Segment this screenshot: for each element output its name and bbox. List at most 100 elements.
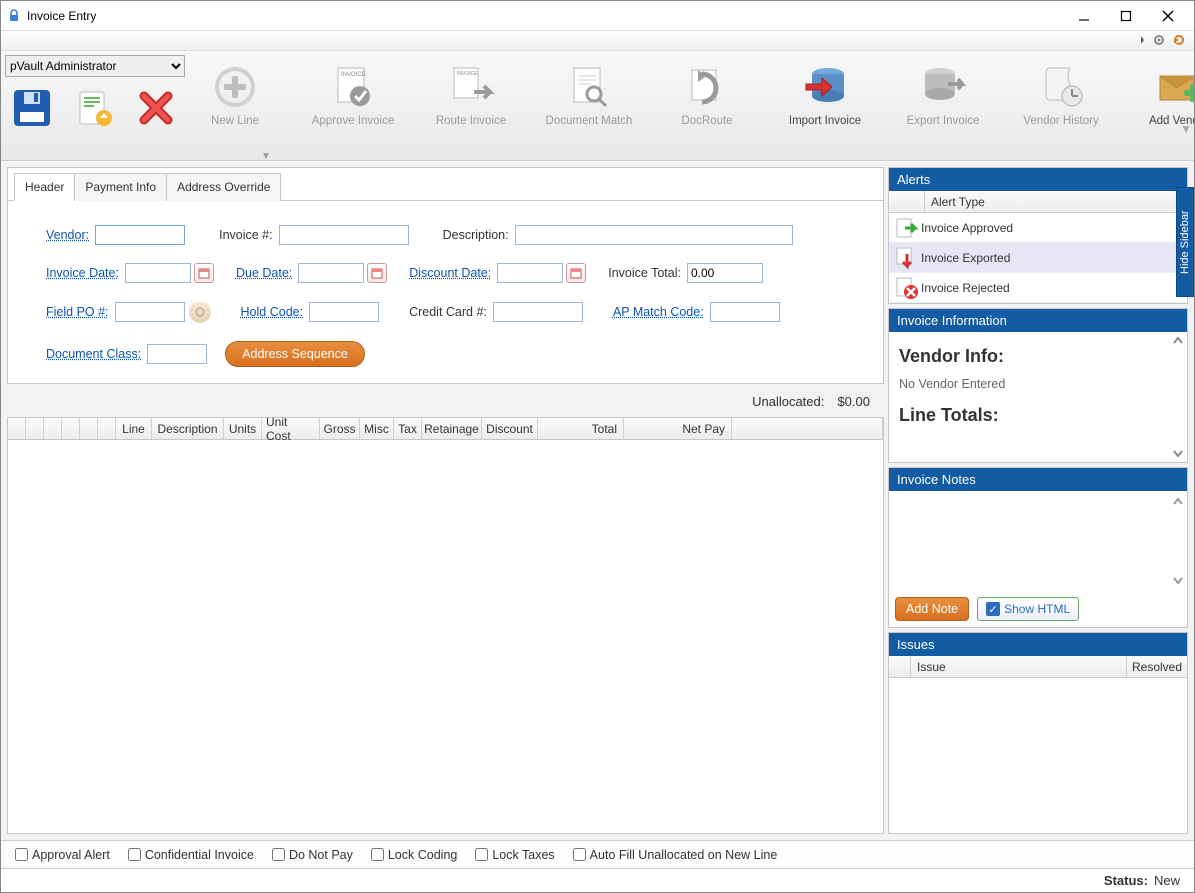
close-button[interactable]	[1156, 4, 1180, 28]
alert-row-rejected[interactable]: Invoice Rejected	[889, 273, 1187, 303]
invoice-date-input[interactable]	[125, 263, 191, 283]
invoice-notes-header: Invoice Notes	[889, 468, 1187, 491]
do-not-pay-checkbox[interactable]: Do Not Pay	[272, 848, 353, 862]
tab-payment-info[interactable]: Payment Info	[74, 173, 167, 201]
hide-sidebar-toggle[interactable]: Hide Sidebar	[1176, 187, 1194, 297]
gear-icon[interactable]	[1152, 33, 1168, 49]
toolbar-add-vendor[interactable]: Add Vendor	[1129, 59, 1195, 127]
approval-alert-checkbox[interactable]: Approval Alert	[15, 848, 110, 862]
status-value: New	[1154, 873, 1180, 888]
invoice-total-label: Invoice Total:	[608, 266, 681, 280]
minimize-button[interactable]	[1072, 4, 1096, 28]
tab-header[interactable]: Header	[14, 173, 75, 201]
due-date-calendar-icon[interactable]	[367, 263, 387, 283]
grid-body[interactable]	[8, 440, 883, 833]
description-input[interactable]	[515, 225, 793, 245]
grid-header: Line Description Units Unit Cost Gross M…	[8, 418, 883, 440]
toolbar-docroute: DocRoute	[657, 59, 757, 127]
field-po-lookup-icon[interactable]	[189, 301, 211, 323]
discount-date-label[interactable]: Discount Date:	[409, 266, 491, 280]
discount-date-calendar-icon[interactable]	[566, 263, 586, 283]
lock-coding-checkbox[interactable]: Lock Coding	[371, 848, 458, 862]
col-units[interactable]: Units	[224, 418, 262, 439]
auto-fill-checkbox[interactable]: Auto Fill Unallocated on New Line	[573, 848, 778, 862]
invoice-num-label: Invoice #:	[219, 228, 273, 242]
ap-match-label[interactable]: AP Match Code:	[613, 305, 704, 319]
col-discount[interactable]: Discount	[482, 418, 538, 439]
toolbar-import-invoice[interactable]: Import Invoice	[775, 59, 875, 127]
docroute-icon	[679, 59, 735, 115]
alert-row-exported[interactable]: Invoice Exported	[889, 243, 1187, 273]
tab-address-override[interactable]: Address Override	[166, 173, 281, 201]
col-gross[interactable]: Gross	[320, 418, 360, 439]
notes-scroll-up-icon[interactable]	[1171, 495, 1185, 509]
invoice-info-panel: Invoice Information Vendor Info: No Vend…	[888, 308, 1188, 463]
line-totals-heading: Line Totals:	[899, 405, 1177, 426]
new-document-button[interactable]	[69, 83, 119, 133]
col-unit-cost[interactable]: Unit Cost	[262, 418, 320, 439]
import-invoice-icon	[797, 59, 853, 115]
invoice-info-body: Vendor Info: No Vendor Entered Line Tota…	[889, 332, 1187, 462]
quick-access-strip	[1, 31, 1194, 51]
discount-date-input[interactable]	[497, 263, 563, 283]
hold-code-input[interactable]	[309, 302, 379, 322]
toolbar-label: Export Invoice	[907, 115, 980, 127]
maximize-button[interactable]	[1114, 4, 1138, 28]
add-note-button[interactable]: Add Note	[895, 597, 969, 621]
save-button[interactable]	[7, 83, 57, 133]
notes-scroll-down-icon[interactable]	[1171, 573, 1185, 587]
credit-card-input[interactable]	[493, 302, 583, 322]
resolved-column: Resolved	[1127, 656, 1187, 677]
notes-body[interactable]	[889, 491, 1187, 591]
invoice-date-label[interactable]: Invoice Date:	[46, 266, 119, 280]
rejected-icon	[893, 276, 921, 300]
document-match-icon	[561, 59, 617, 115]
scroll-up-icon[interactable]	[1171, 334, 1185, 348]
hold-code-label[interactable]: Hold Code:	[241, 305, 304, 319]
toolbar-route-invoice: INVOICERoute Invoice	[421, 59, 521, 127]
toolbar-approve-invoice: INVOICEApprove Invoice	[303, 59, 403, 127]
invoice-num-input[interactable]	[279, 225, 409, 245]
col-tax[interactable]: Tax	[394, 418, 422, 439]
svg-text:INVOICE: INVOICE	[457, 71, 478, 77]
issues-panel: Issues Issue Resolved	[888, 632, 1188, 834]
address-sequence-button[interactable]: Address Sequence	[225, 341, 365, 367]
document-class-input[interactable]	[147, 344, 207, 364]
pin-icon[interactable]	[1132, 33, 1148, 49]
titlebar: Invoice Entry	[1, 1, 1194, 31]
refresh-icon[interactable]	[1172, 33, 1188, 49]
show-html-toggle[interactable]: ✓ Show HTML	[977, 597, 1079, 621]
unallocated-value: $0.00	[834, 394, 870, 409]
checkmark-icon: ✓	[986, 602, 1000, 616]
invoice-date-calendar-icon[interactable]	[194, 263, 214, 283]
col-total[interactable]: Total	[538, 418, 624, 439]
due-date-input[interactable]	[298, 263, 364, 283]
lock-taxes-checkbox[interactable]: Lock Taxes	[475, 848, 554, 862]
col-retainage[interactable]: Retainage	[422, 418, 482, 439]
field-po-label[interactable]: Field PO #:	[46, 305, 109, 319]
ap-match-input[interactable]	[710, 302, 780, 322]
toolbar-overflow-icon[interactable]: ▼	[1180, 122, 1192, 136]
scroll-down-icon[interactable]	[1171, 446, 1185, 460]
col-line[interactable]: Line	[116, 418, 152, 439]
exported-icon	[893, 246, 921, 270]
issue-column: Issue	[911, 656, 1127, 677]
alert-row-approved[interactable]: Invoice Approved	[889, 213, 1187, 243]
col-description[interactable]: Description	[152, 418, 224, 439]
vendor-label[interactable]: Vendor:	[46, 228, 89, 242]
field-po-input[interactable]	[115, 302, 185, 322]
invoice-total-input[interactable]	[687, 263, 763, 283]
no-vendor-text: No Vendor Entered	[899, 377, 1177, 391]
user-select[interactable]: pVault Administrator	[5, 55, 185, 77]
issues-body[interactable]	[889, 678, 1187, 778]
vendor-input[interactable]	[95, 225, 185, 245]
confidential-invoice-checkbox[interactable]: Confidential Invoice	[128, 848, 254, 862]
col-misc[interactable]: Misc	[360, 418, 394, 439]
due-date-label[interactable]: Due Date:	[236, 266, 292, 280]
document-class-label[interactable]: Document Class:	[46, 347, 141, 361]
delete-button[interactable]	[131, 83, 181, 133]
status-label: Status:	[1104, 873, 1148, 888]
lock-icon	[7, 9, 21, 23]
status-bar: Status: New	[1, 868, 1194, 892]
col-net-pay[interactable]: Net Pay	[624, 418, 732, 439]
